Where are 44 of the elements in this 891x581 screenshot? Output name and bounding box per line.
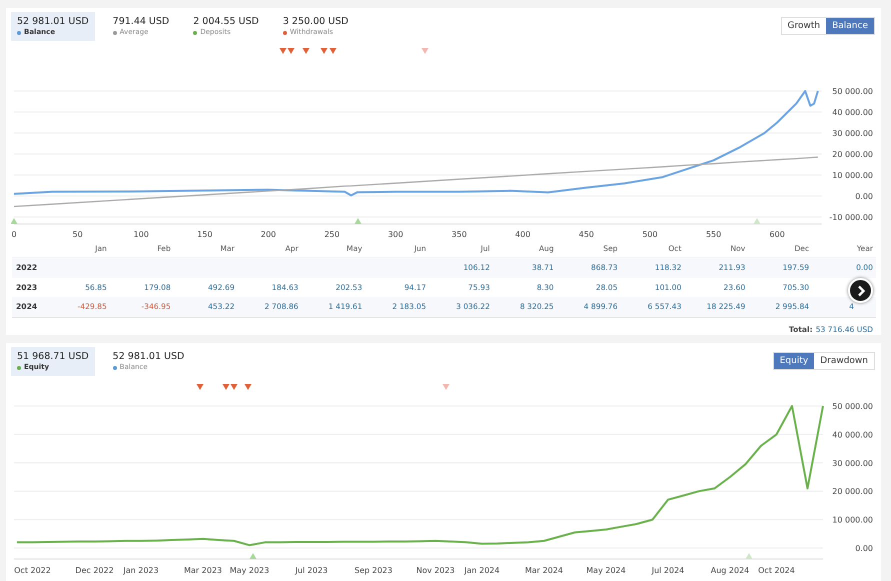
axis-label: 50 <box>72 230 83 239</box>
axis-label: 50 000.00 <box>832 402 873 411</box>
view-toggle[interactable]: Equity <box>774 353 814 369</box>
axis-label: May 2024 <box>586 566 626 575</box>
axis-label: 40 000.00 <box>832 430 873 440</box>
axis-label: Mar 2024 <box>525 566 563 575</box>
axis-label: 50 000.00 <box>832 87 873 96</box>
axis-label: 100 <box>134 230 149 239</box>
axis-label: Jan 2023 <box>123 566 159 575</box>
axis-label: 30 000.00 <box>832 129 873 138</box>
axis-label: 600 <box>770 230 785 239</box>
view-toggle[interactable]: Balance <box>826 18 874 34</box>
axis-label: Jan 2024 <box>464 566 500 575</box>
axis-label: 200 <box>260 230 276 239</box>
axis-label: 10 000.00 <box>832 171 873 180</box>
axis-label: 0.00 <box>855 544 873 553</box>
axis-label: 450 <box>578 230 594 239</box>
axis-label: 500 <box>642 230 658 239</box>
axis-label: Mar 2023 <box>184 566 222 575</box>
axis-label: Oct 2024 <box>758 566 795 575</box>
axis-label: 10 000.00 <box>832 516 873 525</box>
axis-label: 20 000.00 <box>832 487 873 496</box>
axis-label: 250 <box>324 230 340 239</box>
axis-label: Jul 2023 <box>295 566 328 575</box>
axis-label: Oct 2022 <box>14 566 51 575</box>
axis-label: Jul 2024 <box>652 566 684 575</box>
axis-label: Aug 2024 <box>710 566 750 575</box>
axis-label: 150 <box>197 230 212 239</box>
axis-label: 40 000.00 <box>832 108 873 117</box>
axis-label: May 2023 <box>230 566 270 575</box>
axis-label: 0 <box>11 230 17 239</box>
chevron-right-icon <box>856 284 866 296</box>
axis-label: -10 000.00 <box>829 213 873 222</box>
axis-label: 20 000.00 <box>832 150 873 159</box>
next-button[interactable] <box>848 278 873 303</box>
axis-label: Dec 2022 <box>75 566 114 575</box>
axis-label: 350 <box>452 230 467 239</box>
axis-label: 400 <box>515 230 530 239</box>
axis-label: 30 000.00 <box>832 458 873 468</box>
axis-label: Sep 2023 <box>354 566 392 575</box>
axis-label: 300 <box>388 230 404 239</box>
axis-label: 550 <box>706 230 722 239</box>
axis-label: Nov 2023 <box>416 566 455 575</box>
axis-label: 0.00 <box>855 192 873 201</box>
